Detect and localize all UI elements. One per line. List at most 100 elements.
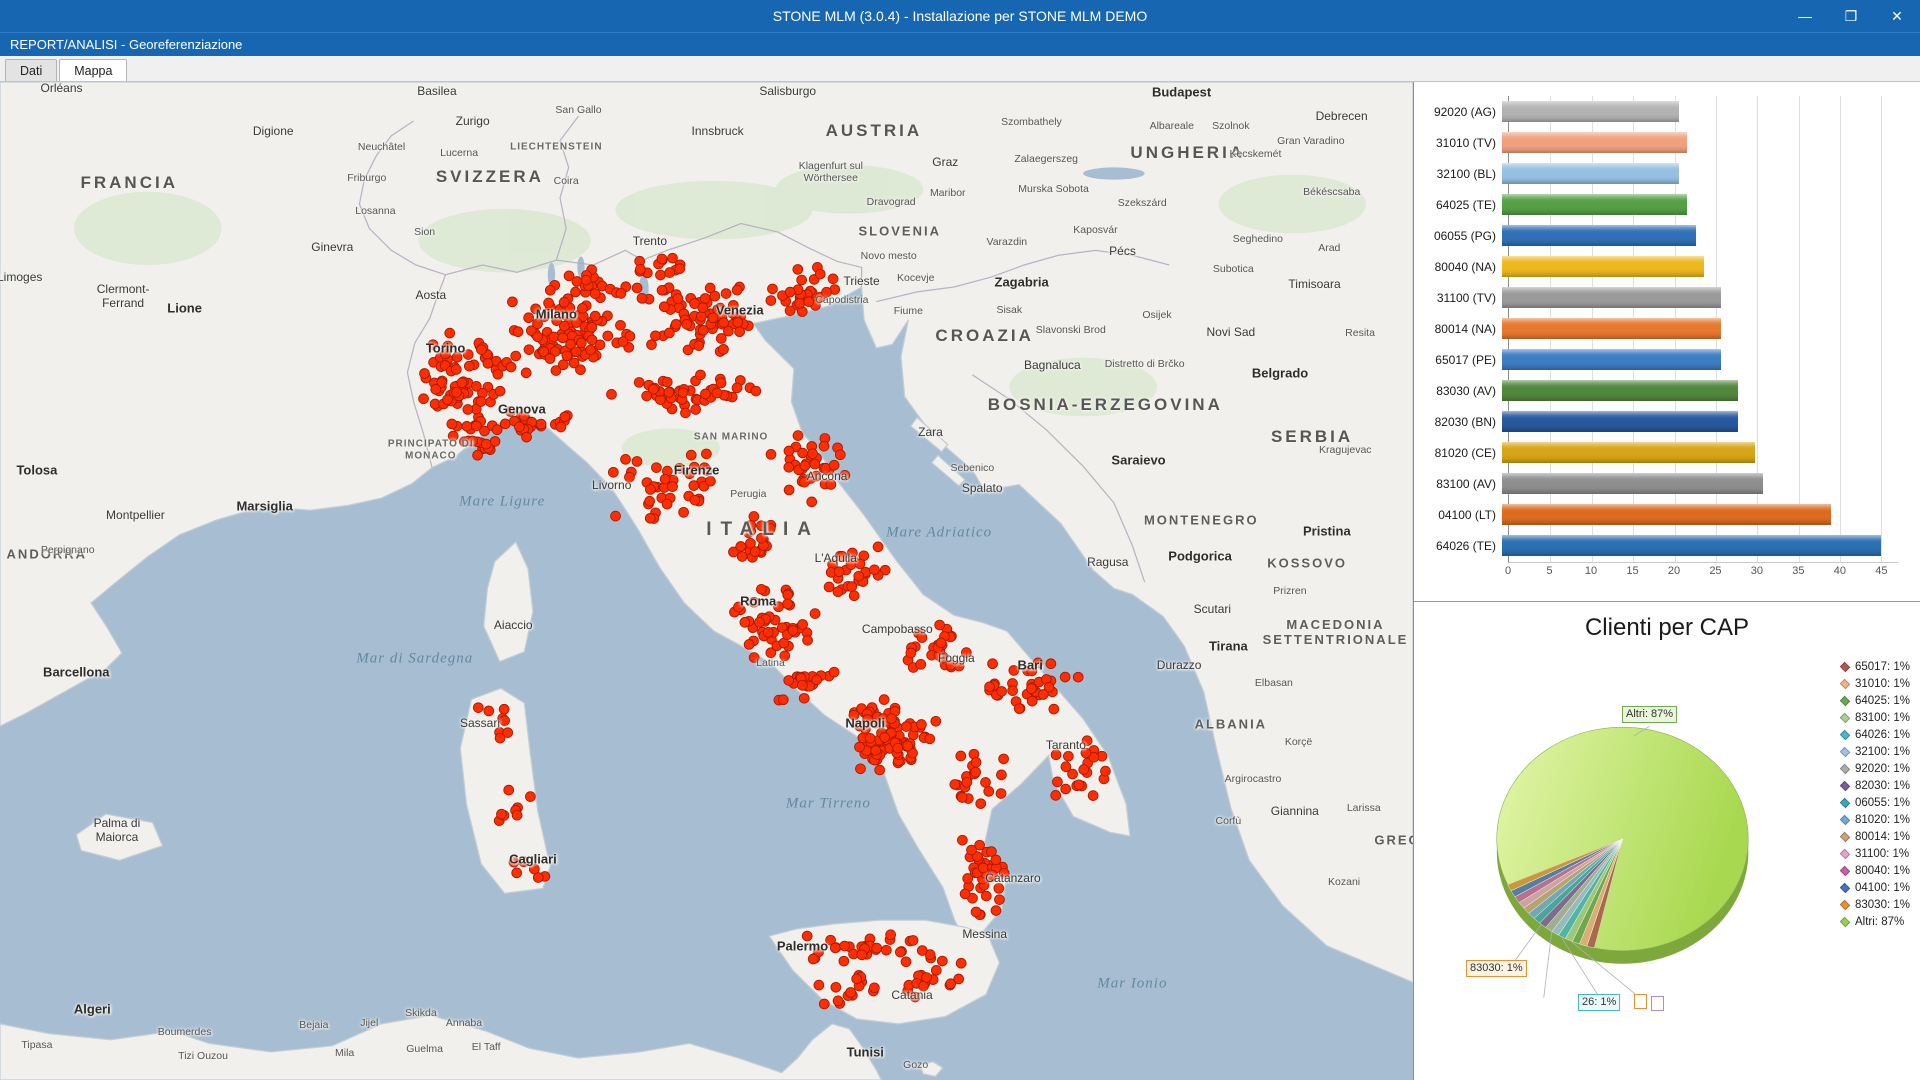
- client-dot[interactable]: [960, 889, 970, 899]
- client-dot[interactable]: [701, 449, 711, 459]
- client-dot[interactable]: [749, 653, 759, 663]
- client-dot[interactable]: [756, 533, 766, 543]
- client-dot[interactable]: [880, 733, 890, 743]
- client-dot[interactable]: [587, 335, 597, 345]
- client-dot[interactable]: [995, 895, 1005, 905]
- client-dot[interactable]: [766, 296, 776, 306]
- client-dot[interactable]: [634, 377, 644, 387]
- client-dot[interactable]: [660, 474, 670, 484]
- client-dot[interactable]: [847, 548, 857, 558]
- client-dot[interactable]: [431, 384, 441, 394]
- client-dot[interactable]: [916, 720, 926, 730]
- client-dot[interactable]: [886, 930, 896, 940]
- client-dot[interactable]: [740, 617, 750, 627]
- client-dot[interactable]: [531, 304, 541, 314]
- client-dot[interactable]: [1046, 659, 1056, 669]
- client-dot[interactable]: [984, 786, 994, 796]
- client-dot[interactable]: [803, 635, 813, 645]
- client-dot[interactable]: [545, 354, 555, 364]
- client-dot[interactable]: [1009, 666, 1019, 676]
- client-dot[interactable]: [673, 294, 683, 304]
- client-dot[interactable]: [736, 542, 746, 552]
- client-dot[interactable]: [702, 466, 712, 476]
- client-dot[interactable]: [802, 931, 812, 941]
- client-dot[interactable]: [946, 660, 956, 670]
- pie-slices[interactable]: [1497, 727, 1749, 951]
- client-dot[interactable]: [901, 957, 911, 967]
- client-dot[interactable]: [950, 780, 960, 790]
- client-dot[interactable]: [650, 331, 660, 341]
- client-dot[interactable]: [732, 285, 742, 295]
- client-dot[interactable]: [558, 333, 568, 343]
- client-dot[interactable]: [734, 602, 744, 612]
- client-dot[interactable]: [712, 388, 722, 398]
- client-dot[interactable]: [451, 365, 461, 375]
- client-dot[interactable]: [835, 450, 845, 460]
- client-dot[interactable]: [808, 954, 818, 964]
- client-dot[interactable]: [572, 318, 582, 328]
- title-bar[interactable]: STONE MLM (3.0.4) - Installazione per ST…: [0, 0, 1920, 32]
- client-dot[interactable]: [616, 320, 626, 330]
- client-dot[interactable]: [1033, 658, 1043, 668]
- client-dot[interactable]: [906, 648, 916, 658]
- client-dot[interactable]: [819, 999, 829, 1009]
- client-dot[interactable]: [956, 751, 966, 761]
- client-dot[interactable]: [1082, 736, 1092, 746]
- client-dot[interactable]: [473, 703, 483, 713]
- bar[interactable]: [1502, 318, 1721, 339]
- client-dot[interactable]: [471, 381, 481, 391]
- client-dot[interactable]: [749, 597, 759, 607]
- client-dot[interactable]: [513, 327, 523, 337]
- client-dot[interactable]: [855, 559, 865, 569]
- client-dot[interactable]: [656, 270, 666, 280]
- client-dot[interactable]: [810, 609, 820, 619]
- client-dot[interactable]: [978, 863, 988, 873]
- client-dot[interactable]: [971, 907, 981, 917]
- client-dot[interactable]: [419, 394, 429, 404]
- client-dot[interactable]: [448, 431, 458, 441]
- client-dot[interactable]: [679, 507, 689, 517]
- client-dot[interactable]: [462, 421, 472, 431]
- client-dot[interactable]: [852, 974, 862, 984]
- client-dot[interactable]: [826, 480, 836, 490]
- client-dot[interactable]: [895, 947, 905, 957]
- client-dot[interactable]: [533, 319, 543, 329]
- client-dot[interactable]: [822, 287, 832, 297]
- bar[interactable]: [1502, 163, 1679, 184]
- client-dot[interactable]: [476, 397, 486, 407]
- client-dot[interactable]: [922, 973, 932, 983]
- client-dot[interactable]: [674, 463, 684, 473]
- client-dot[interactable]: [981, 778, 991, 788]
- client-dot[interactable]: [509, 857, 519, 867]
- client-dot[interactable]: [774, 602, 784, 612]
- client-dot[interactable]: [549, 332, 559, 342]
- bar[interactable]: [1502, 256, 1704, 277]
- client-dot[interactable]: [603, 331, 613, 341]
- tab-dati[interactable]: Dati: [5, 59, 57, 81]
- client-dot[interactable]: [471, 421, 481, 431]
- client-dot[interactable]: [1027, 696, 1037, 706]
- client-dot[interactable]: [875, 765, 885, 775]
- client-dot[interactable]: [987, 870, 997, 880]
- client-dot[interactable]: [715, 303, 725, 313]
- client-dot[interactable]: [881, 945, 891, 955]
- client-dot[interactable]: [463, 405, 473, 415]
- client-dot[interactable]: [788, 626, 798, 636]
- client-dot[interactable]: [452, 352, 462, 362]
- client-dot[interactable]: [511, 351, 521, 361]
- client-dot[interactable]: [495, 386, 505, 396]
- bar[interactable]: [1502, 349, 1721, 370]
- client-dot[interactable]: [784, 462, 794, 472]
- client-dot[interactable]: [855, 721, 865, 731]
- client-dot[interactable]: [824, 582, 834, 592]
- client-dot[interactable]: [558, 360, 568, 370]
- client-dot[interactable]: [664, 388, 674, 398]
- bar[interactable]: [1502, 287, 1721, 308]
- client-dot[interactable]: [971, 767, 981, 777]
- client-dot[interactable]: [507, 297, 517, 307]
- client-dot[interactable]: [690, 495, 700, 505]
- client-dot[interactable]: [664, 328, 674, 338]
- client-dot[interactable]: [957, 835, 967, 845]
- tab-mappa[interactable]: Mappa: [59, 59, 127, 81]
- client-dot[interactable]: [499, 704, 509, 714]
